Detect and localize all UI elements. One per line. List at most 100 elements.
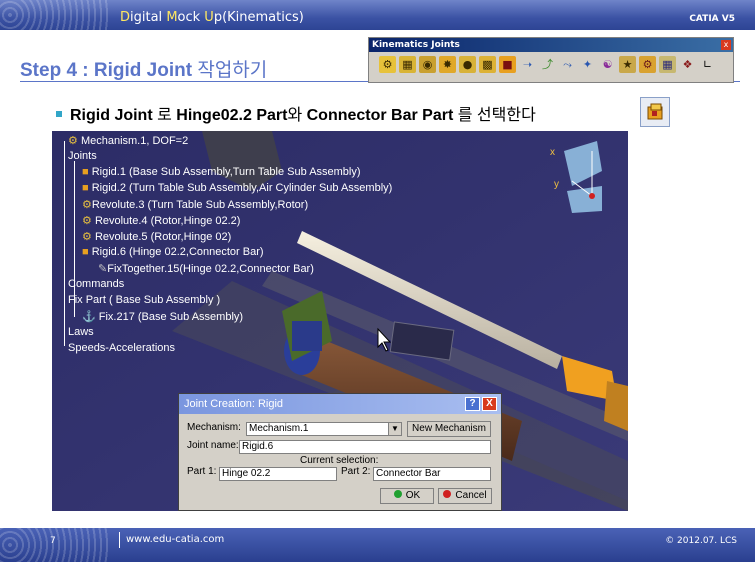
chevron-down-icon: ▼ [388,423,401,435]
tree-label-commands: Commands [68,278,125,290]
tree-item-rigid-1[interactable]: ■ Rigid.1 (Base Sub Assembly,Turn Table … [82,166,361,178]
toolbar-close-icon[interactable]: x [721,40,731,50]
tree-label-revolute-3: Revolute.3 (Turn Table Sub Assembly,Roto… [91,199,309,211]
tree-item-revolute-4[interactable]: ⚙ Revolute.4 (Rotor,Hinge 02.2) [82,214,240,227]
kinematics-joints-toolbar: Kinematics Joints x ⚙ ▦ ◉ ✸ ● ▩ ■ ➝ ⤴ ⤳ … [368,37,734,83]
bullet-connector-part: Connector Bar Part [306,107,454,124]
footer-bar: 7 www.edu-catia.com © 2012.07. LCS [0,528,755,562]
tree-item-fix-217[interactable]: ⚓ Fix.217 (Base Sub Assembly) [82,310,243,323]
part1-label: Part 1: [187,466,217,477]
tree-label-revolute-5: Revolute.5 (Rotor,Hinge 02) [94,231,232,243]
bullet-rigid-joint: Rigid Joint [70,107,153,124]
spherical-joint-icon[interactable]: ● [459,56,476,73]
part2-label: Part 2: [341,466,371,477]
current-selection-label: Current selection: [300,455,379,466]
tree-label-fixtogether: FixTogether.15(Hinge 02.2,Connector Bar) [107,263,314,275]
tree-item-fixtogether[interactable]: ✎FixTogether.15(Hinge 02.2,Connector Bar… [98,262,314,275]
joint-name-label: Joint name: [187,440,239,451]
cancel-icon [443,490,452,498]
ok-icon [393,490,402,498]
tree-label-speeds: Speeds-Accelerations [68,342,176,354]
tree-label-rigid-1: Rigid.1 (Base Sub Assembly,Turn Table Su… [91,166,361,178]
bullet-particle-ro: 로 [152,107,177,124]
cylindrical-joint-icon[interactable]: ◉ [419,56,436,73]
slide-curve-joint-icon[interactable]: ⤴ [539,56,556,73]
tree-item-speeds[interactable]: Speeds-Accelerations [68,342,175,354]
tree-label-laws: Laws [68,326,94,338]
page-number: 7 [50,536,56,546]
title-letter-d: D [120,10,131,25]
help-button[interactable]: ? [465,397,480,411]
toolbar-title: Kinematics Joints [369,38,733,52]
rack-joint-icon[interactable]: ▦ [659,56,676,73]
point-curve-joint-icon[interactable]: ➝ [519,56,536,73]
title-letter-m: M [166,10,178,25]
joint-name-input[interactable]: Rigid.6 [239,440,491,454]
rigid-joint-icon[interactable]: ■ [499,56,516,73]
universal-joint-icon[interactable]: ☯ [599,56,616,73]
header-pattern [0,0,110,30]
gear-joint-icon[interactable]: ⚙ [639,56,656,73]
toolbar-icons: ⚙ ▦ ◉ ✸ ● ▩ ■ ➝ ⤴ ⤳ ✦ ☯ ★ ⚙ ▦ ❖ ∟ [379,56,716,73]
screw-joint-icon[interactable]: ✸ [439,56,456,73]
bullet-marker [56,110,62,117]
tree-label-revolute-4: Revolute.4 (Rotor,Hinge 02.2) [94,215,241,227]
step-title-korean: 작업하기 [192,60,268,81]
cancel-label: Cancel [455,490,487,501]
tree-item-laws[interactable]: Laws [68,326,94,338]
compass-y-label: y [554,179,559,190]
joint-creation-dialog: Joint Creation: Rigid ? X Mechanism: Mec… [178,393,502,511]
tree-item-fix-part[interactable]: Fix Part ( Base Sub Assembly ) [68,294,220,306]
tree-label-mechanism: Mechanism.1, DOF=2 [80,135,189,147]
bullet-hinge-part: Hinge02.2 Part [176,107,288,124]
part2-input[interactable]: Connector Bar [373,467,491,481]
instruction-bullet: Rigid Joint 로 Hinge02.2 Part와 Connector … [56,101,536,125]
tree-item-mechanism[interactable]: ⚙ Mechanism.1, DOF=2 [68,134,188,147]
close-button[interactable]: X [482,397,497,411]
step-title: Step 4 : Rigid Joint 작업하기 [20,55,267,82]
tree-label-rigid-2: Rigid.2 (Turn Table Sub Assembly,Air Cyl… [91,182,393,194]
tree-label-fix-217: Fix.217 (Base Sub Assembly) [98,311,244,323]
title-word-ock: ock [177,10,205,25]
tree-item-rigid-6[interactable]: ■ Rigid.6 (Hinge 02.2,Connector Bar) [82,246,264,258]
rigid-joint-icon [640,97,670,127]
cancel-button[interactable]: Cancel [438,488,492,504]
tree-item-revolute-3[interactable]: ⚙Revolute.3 (Turn Table Sub Assembly,Rot… [82,198,308,211]
new-mechanism-button[interactable]: New Mechanism [407,421,491,437]
header-title: Digital Mock Up(Kinematics) [120,10,304,25]
tree-label-fix-part: Fix Part ( Base Sub Assembly ) [68,294,221,306]
tree-item-rigid-2[interactable]: ■ Rigid.2 (Turn Table Sub Assembly,Air C… [82,182,392,194]
mechanism-value: Mechanism.1 [249,423,309,434]
header-bar: Digital Mock Up(Kinematics) CATIA V5 [0,0,755,30]
point-surface-joint-icon[interactable]: ✦ [579,56,596,73]
cv-joint-icon[interactable]: ★ [619,56,636,73]
footer-url[interactable]: www.edu-catia.com [126,534,224,545]
bullet-particle-wa: 와 [287,107,307,124]
tree-item-revolute-5[interactable]: ⚙ Revolute.5 (Rotor,Hinge 02) [82,230,231,243]
copyright: © 2012.07. LCS [665,536,737,546]
roll-curve-joint-icon[interactable]: ⤳ [559,56,576,73]
tree-label-rigid-6: Rigid.6 (Hinge 02.2,Connector Bar) [91,246,264,258]
axis-joint-icon[interactable]: ∟ [699,56,716,73]
mechanism-select[interactable]: Mechanism.1 ▼ [246,422,402,436]
title-letter-u: U [204,10,214,25]
ok-label: OK [405,490,421,501]
compass-x-label: x [550,147,555,158]
mechanism-label: Mechanism: [187,422,241,433]
prismatic-joint-icon[interactable]: ▦ [399,56,416,73]
step-title-bold: Step 4 : Rigid Joint [20,60,193,81]
cable-joint-icon[interactable]: ❖ [679,56,696,73]
title-word-igital: igital [130,10,167,25]
dialog-title: Joint Creation: Rigid [179,394,501,414]
revolute-joint-icon[interactable]: ⚙ [379,56,396,73]
tree-label-joints: Joints [68,150,97,162]
bullet-select-text: 를 선택한다 [453,107,536,124]
ok-button[interactable]: OK [380,488,434,504]
title-word-kinematics: p(Kinematics) [213,10,304,25]
tree-item-joints[interactable]: Joints [68,150,97,162]
footer-divider [119,532,120,548]
part1-input[interactable]: Hinge 02.2 [219,467,337,481]
tree-item-commands[interactable]: Commands [68,278,124,290]
brand-label: CATIA V5 [689,14,735,24]
planar-joint-icon[interactable]: ▩ [479,56,496,73]
